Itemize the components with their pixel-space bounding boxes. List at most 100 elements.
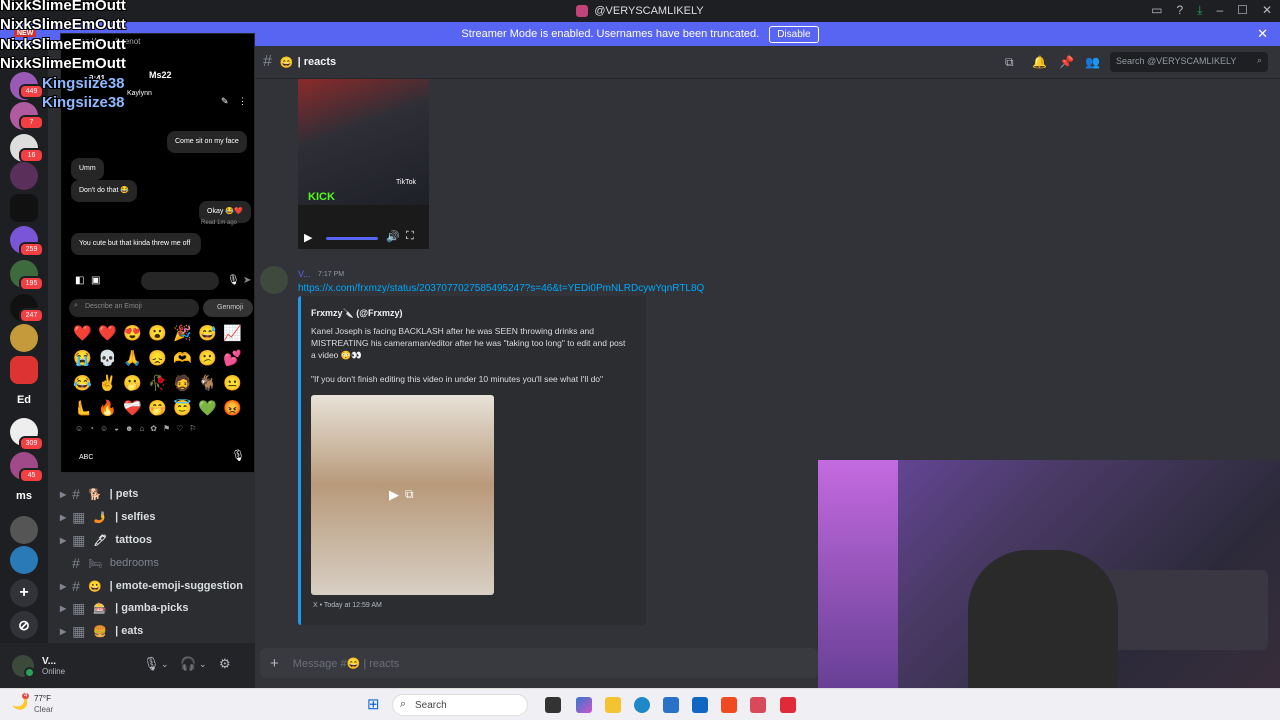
- close-banner-icon[interactable]: ✕: [1257, 26, 1268, 42]
- emoji-key[interactable]: 🫢: [123, 374, 142, 392]
- server-icon[interactable]: [10, 546, 38, 574]
- genmoji-button[interactable]: Genmoji: [203, 299, 253, 317]
- chevron-down-icon[interactable]: ⌄: [161, 659, 169, 670]
- emoji-key[interactable]: 😂: [73, 374, 92, 392]
- channel-item[interactable]: ▶ # 🐕 | pets: [60, 484, 138, 504]
- emoji-key[interactable]: 🧔: [173, 374, 192, 392]
- emoji-key[interactable]: 😞: [148, 349, 167, 367]
- emoji-key[interactable]: ❤️: [98, 324, 117, 342]
- server-icon[interactable]: [10, 324, 38, 352]
- message-author[interactable]: V...: [298, 269, 311, 279]
- message-composer[interactable]: [141, 272, 219, 290]
- task-view-icon[interactable]: [545, 697, 561, 713]
- emoji-key[interactable]: 😇: [173, 399, 192, 417]
- emoji-key[interactable]: 🐐: [198, 374, 217, 392]
- copilot-icon[interactable]: [576, 697, 592, 713]
- volume-slider[interactable]: [326, 237, 378, 240]
- file-explorer-icon[interactable]: [605, 697, 621, 713]
- message-input[interactable]: + Message #😄 | reacts: [260, 648, 818, 678]
- emoji-search-input[interactable]: ⌕ Describe an Emoji: [69, 299, 199, 317]
- emoji-key[interactable]: 🤭: [148, 399, 167, 417]
- emoji-key[interactable]: 😭: [73, 349, 92, 367]
- send-icon[interactable]: ➤: [243, 275, 251, 286]
- embed-author[interactable]: Frxmzy🔪 (@Frxmzy): [311, 308, 403, 319]
- channel-item[interactable]: ▶ ▦ 🍔 | eats: [60, 621, 143, 641]
- emoji-key[interactable]: 💀: [98, 349, 117, 367]
- inbox-icon[interactable]: ▭: [1151, 3, 1162, 18]
- server-icon[interactable]: [10, 516, 38, 544]
- server-icon[interactable]: Ed: [10, 386, 38, 414]
- message-avatar[interactable]: [260, 266, 288, 294]
- open-external-icon[interactable]: ⧉: [405, 487, 414, 502]
- video-attachment[interactable]: KICK TikTok ▶ 🔊 ⛶: [298, 79, 429, 249]
- store-icon[interactable]: [663, 697, 679, 713]
- server-icon[interactable]: [10, 356, 38, 384]
- play-icon[interactable]: ▶: [389, 487, 399, 503]
- camera-icon[interactable]: ◧: [75, 275, 84, 286]
- play-icon[interactable]: ▶: [304, 231, 312, 244]
- gallery-icon[interactable]: ▣: [91, 275, 100, 286]
- channel-item[interactable]: ▶ # 😀 | emote-emoji-suggestion: [60, 576, 243, 596]
- bell-icon[interactable]: 🔔: [1032, 55, 1047, 69]
- emoji-key[interactable]: 🎉: [173, 324, 192, 342]
- emoji-key[interactable]: ✌️: [98, 374, 117, 392]
- mic-icon[interactable]: 🎙: [227, 275, 240, 286]
- emoji-key[interactable]: 😍: [123, 324, 142, 342]
- emoji-key[interactable]: ❤️: [73, 324, 92, 342]
- fullscreen-icon[interactable]: ⛶: [406, 230, 414, 243]
- members-icon[interactable]: 👥: [1085, 55, 1100, 69]
- emoji-key[interactable]: 😮: [148, 324, 167, 342]
- snipping-icon[interactable]: [750, 697, 766, 713]
- pin-icon[interactable]: 📌: [1059, 55, 1074, 69]
- start-icon[interactable]: ⊞: [367, 695, 380, 713]
- avatar[interactable]: [12, 654, 35, 678]
- emoji-key[interactable]: 😅: [198, 324, 217, 342]
- threads-icon[interactable]: ⧉: [1005, 55, 1014, 70]
- channel-item[interactable]: ▶ ▦ 🎰 | gamba-picks: [60, 598, 188, 618]
- keyboard-switch[interactable]: ABC: [79, 454, 93, 461]
- brave-icon[interactable]: [721, 697, 737, 713]
- message-link[interactable]: https://x.com/frxmzy/status/203707702758…: [298, 283, 704, 294]
- embed-video[interactable]: ▶ ⧉: [311, 395, 494, 595]
- volume-icon[interactable]: 🔊: [386, 230, 400, 243]
- disable-button[interactable]: Disable: [769, 25, 819, 43]
- music-app-icon[interactable]: [780, 697, 796, 713]
- edit-icon[interactable]: ✎: [221, 96, 229, 107]
- emoji-key[interactable]: 😐: [223, 374, 242, 392]
- emoji-key[interactable]: 💕: [223, 349, 242, 367]
- emoji-key[interactable]: 😡: [223, 399, 242, 417]
- microphone-icon[interactable]: 🎙: [143, 656, 160, 672]
- taskbar-search[interactable]: ⌕ Search: [392, 694, 528, 716]
- emoji-key[interactable]: 📈: [223, 324, 242, 342]
- add-attachment-icon[interactable]: +: [270, 655, 279, 672]
- download-icon[interactable]: ⤓: [1197, 3, 1202, 18]
- chevron-down-icon[interactable]: ⌄: [199, 659, 207, 670]
- channel-item[interactable]: ▶ ▦ 🤳 | selfies: [60, 507, 155, 527]
- headphones-icon[interactable]: 🎧: [180, 656, 196, 672]
- emoji-key[interactable]: 🫷: [73, 399, 92, 417]
- edge-icon[interactable]: [634, 697, 650, 713]
- dictation-icon[interactable]: 🎙: [231, 449, 245, 462]
- emoji-key[interactable]: 😕: [198, 349, 217, 367]
- maximize-button[interactable]: ☐: [1237, 3, 1248, 18]
- help-icon[interactable]: ?: [1176, 3, 1183, 18]
- discover-icon[interactable]: ⊘: [10, 611, 38, 639]
- emoji-key[interactable]: 🙏: [123, 349, 142, 367]
- search-input[interactable]: Search @VERYSCAMLIKELY ⌕: [1110, 52, 1268, 72]
- emoji-key[interactable]: 🥀: [148, 374, 167, 392]
- emoji-key[interactable]: 💚: [198, 399, 217, 417]
- server-icon[interactable]: [10, 194, 38, 222]
- channel-item[interactable]: ▶#🛏bedrooms: [60, 553, 159, 573]
- outlook-icon[interactable]: [692, 697, 708, 713]
- minimize-button[interactable]: –: [1216, 3, 1223, 18]
- close-button[interactable]: ✕: [1262, 3, 1272, 18]
- emoji-key[interactable]: 🫶: [173, 349, 192, 367]
- settings-gear-icon[interactable]: ⚙: [219, 656, 231, 672]
- emoji-key[interactable]: ❤️‍🩹: [123, 399, 142, 417]
- emoji-key[interactable]: 🔥: [98, 399, 117, 417]
- add-server-icon[interactable]: +: [10, 579, 38, 607]
- more-icon[interactable]: ⋮: [238, 96, 247, 107]
- server-icon[interactable]: ms: [10, 482, 38, 510]
- channel-item[interactable]: ▶ ▦ 🖊 tattoos: [60, 530, 152, 550]
- server-icon[interactable]: [10, 162, 38, 190]
